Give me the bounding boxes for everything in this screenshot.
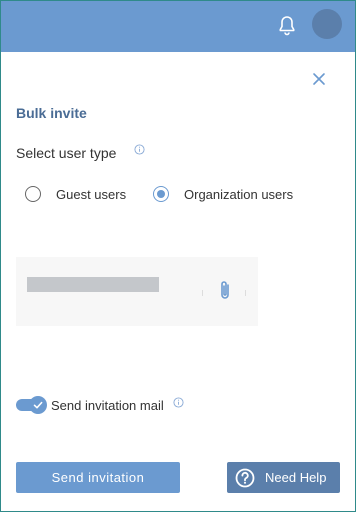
info-icon[interactable] (173, 397, 184, 408)
check-icon (29, 396, 47, 414)
bell-icon[interactable] (275, 14, 299, 38)
divider (245, 290, 246, 296)
file-upload-field[interactable] (16, 257, 258, 326)
radio-guest-users[interactable]: Guest users (25, 184, 126, 204)
top-bar (1, 1, 355, 52)
radio-label: Organization users (184, 186, 294, 202)
dialog-title: Bulk invite (16, 105, 87, 121)
radio-button[interactable] (25, 186, 41, 202)
avatar[interactable] (312, 9, 342, 39)
close-icon[interactable] (307, 67, 331, 91)
send-invitation-button[interactable]: Send invitation (16, 462, 180, 493)
file-name-placeholder (27, 277, 159, 292)
invite-panel: Bulk invite Select user type Guest users… (0, 0, 356, 512)
paperclip-icon[interactable] (215, 279, 235, 303)
need-help-button[interactable]: Need Help (227, 462, 340, 493)
info-icon[interactable] (134, 144, 145, 155)
need-help-label: Need Help (265, 470, 327, 485)
radio-label: Guest users (56, 186, 127, 202)
question-circle-icon (235, 468, 255, 487)
send-mail-toggle[interactable] (16, 395, 48, 415)
user-type-label: Select user type (16, 145, 117, 161)
send-mail-toggle-row: Send invitation mail (16, 394, 164, 416)
divider (202, 290, 203, 296)
radio-button-selected[interactable] (153, 186, 169, 202)
send-mail-label: Send invitation mail (51, 397, 164, 413)
radio-organization-users[interactable]: Organization users (153, 184, 293, 204)
